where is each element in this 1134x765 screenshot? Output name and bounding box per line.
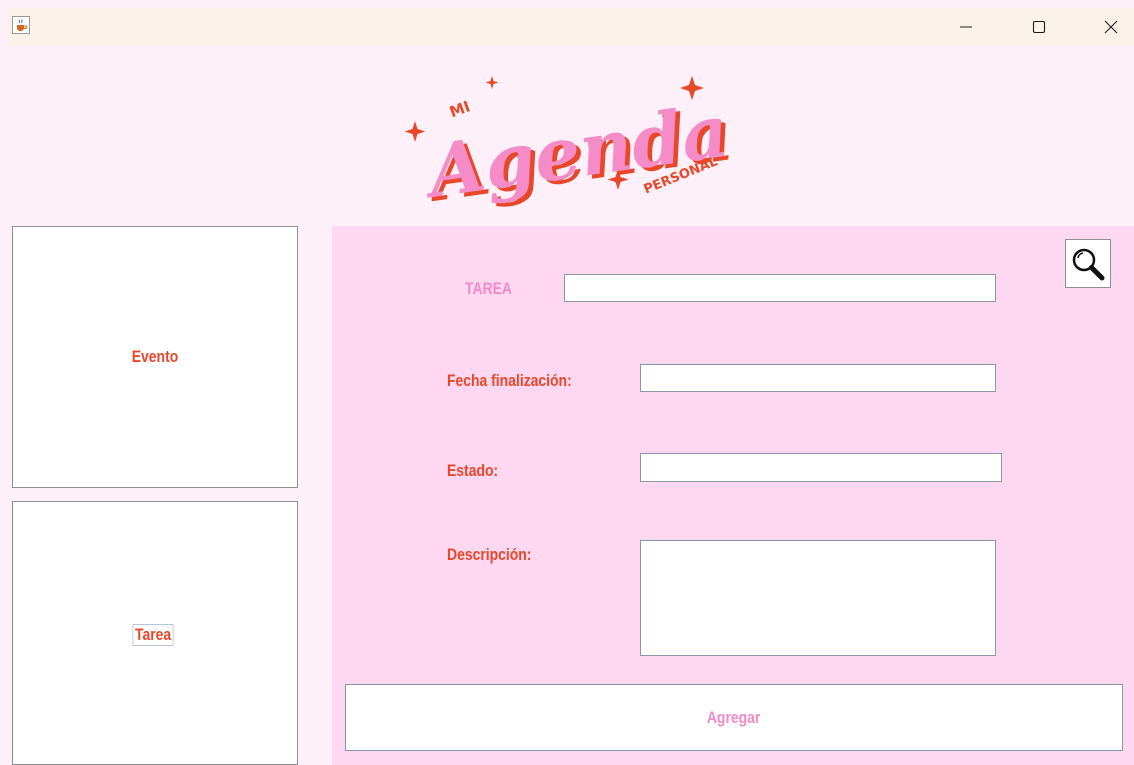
- minimize-button[interactable]: [943, 8, 989, 46]
- search-button[interactable]: [1065, 239, 1111, 288]
- agenda-logo: MI Agenda Agenda PERSONAL: [404, 76, 738, 218]
- header: MI Agenda Agenda PERSONAL: [8, 46, 1134, 224]
- sidebar-item-tarea[interactable]: Tarea: [12, 501, 298, 765]
- search-icon: [1072, 248, 1105, 280]
- app-window: MI Agenda Agenda PERSONAL Evento Tarea T…: [0, 0, 1134, 765]
- sidebar-item-label: Evento: [131, 347, 179, 366]
- end-date-input[interactable]: [640, 364, 996, 392]
- add-button-label: Agregar: [707, 707, 761, 727]
- end-date-label: Fecha finalización:: [447, 371, 572, 390]
- minimize-icon: [960, 26, 972, 28]
- description-label: Descripción:: [447, 545, 532, 564]
- close-button[interactable]: [1088, 8, 1134, 46]
- maximize-button[interactable]: [1016, 8, 1062, 46]
- logo-mi-text: MI: [447, 97, 472, 121]
- task-form-panel: TAREA Fecha finalización: Estado: Descri…: [332, 226, 1134, 765]
- java-cup-icon: [12, 16, 30, 34]
- maximize-icon: [1032, 20, 1046, 34]
- status-input[interactable]: [640, 453, 1002, 482]
- title-bar: [8, 8, 1134, 46]
- sidebar-item-label: Tarea: [132, 624, 174, 646]
- description-textarea[interactable]: [640, 540, 996, 656]
- add-button[interactable]: Agregar: [345, 684, 1123, 751]
- task-title-label: TAREA: [465, 279, 512, 298]
- status-label: Estado:: [447, 461, 499, 480]
- sidebar-item-evento[interactable]: Evento: [12, 226, 298, 488]
- close-icon: [1104, 20, 1118, 34]
- task-title-input[interactable]: [564, 274, 996, 302]
